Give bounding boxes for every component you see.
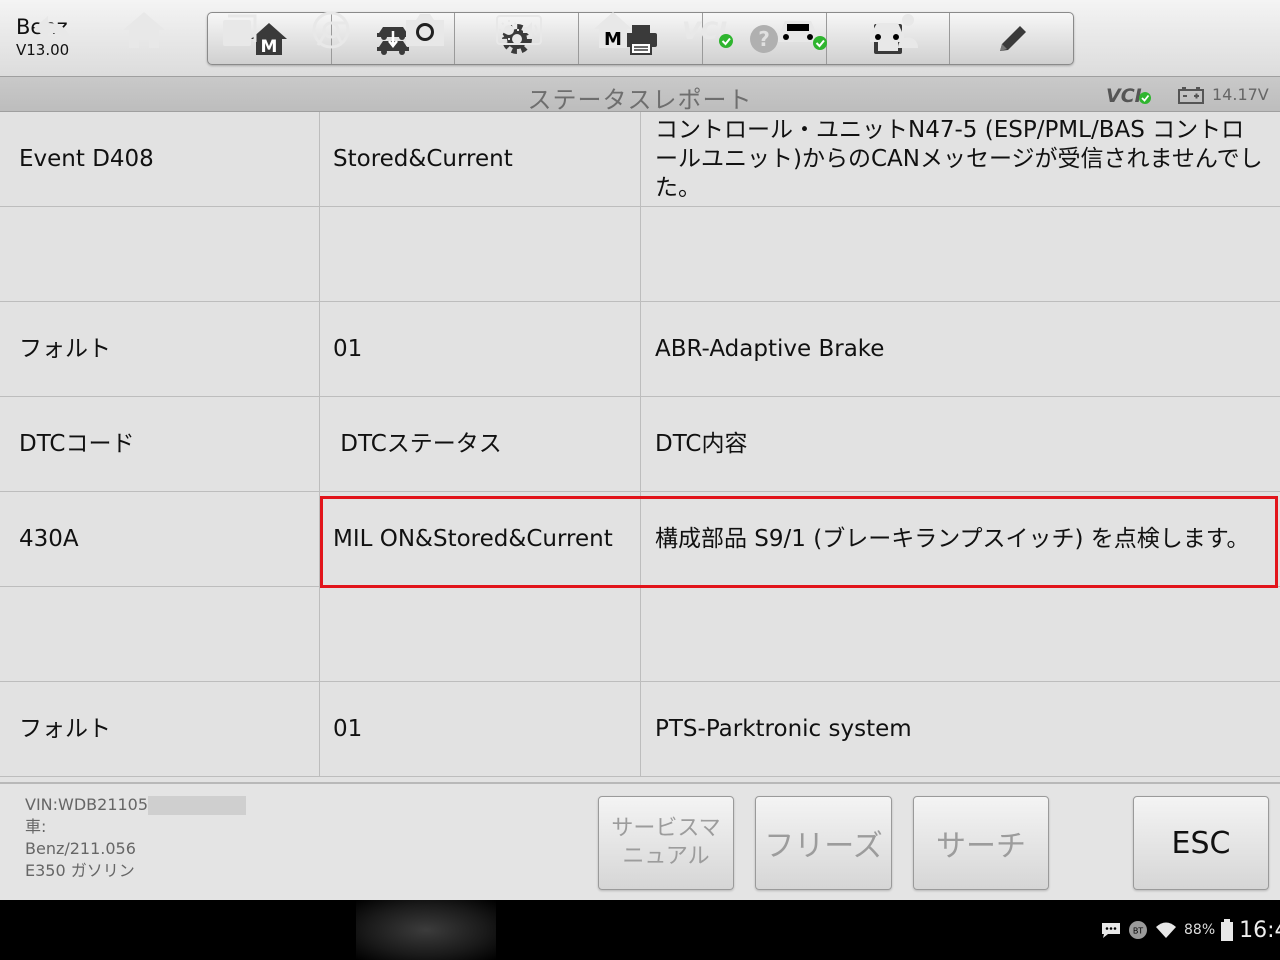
brightness-volume-icon xyxy=(496,15,542,45)
service-manual-label: サービスマニュアル xyxy=(611,816,721,869)
table-cell xyxy=(641,587,1280,681)
chrome-icon xyxy=(312,11,350,49)
system-status-area: BT 88% 16:49 xyxy=(1100,900,1280,960)
esc-label: ESC xyxy=(1171,825,1231,861)
chrome-button[interactable] xyxy=(304,8,358,52)
table-cell: 01 xyxy=(320,682,641,776)
wifi-icon xyxy=(1156,922,1176,938)
bottom-panel: VIN:WDB21105 車: Benz/211.056 E350 ガソリン サ… xyxy=(0,782,1280,900)
car-label: 車: xyxy=(25,817,47,836)
table-row: フォルト 01 ABR-Adaptive Brake xyxy=(0,302,1280,397)
table-cell: フォルト xyxy=(0,682,320,776)
vci-button[interactable]: VCI xyxy=(680,8,734,52)
message-icon xyxy=(1102,923,1120,938)
edit-button[interactable] xyxy=(950,13,1073,64)
car-service-icon xyxy=(870,14,918,48)
dtc-description-header: DTC内容 xyxy=(655,430,748,457)
table-cell xyxy=(320,587,641,681)
car-check-icon xyxy=(778,21,827,50)
house-icon xyxy=(123,12,165,48)
service-manual-button[interactable]: サービスマニュアル xyxy=(598,796,734,890)
table-cell xyxy=(0,587,320,681)
table-cell xyxy=(0,207,320,301)
table-row xyxy=(0,587,1280,682)
dtc-code-cell: 430A xyxy=(0,492,320,586)
table-row xyxy=(0,207,1280,302)
page-titlebar: ステータスレポート VCI 14.17V xyxy=(0,76,1280,114)
status-report-table: Event D408 Stored&Current コントロール・ユニットN47… xyxy=(0,112,1280,782)
vin-redaction xyxy=(148,796,247,815)
back-arrow-icon xyxy=(34,16,70,44)
recent-apps-icon xyxy=(223,14,257,46)
table-cell: Event D408 xyxy=(0,112,320,206)
vehicle-battery-icon xyxy=(1178,87,1204,104)
table-cell: フォルト xyxy=(0,302,320,396)
clock: 16:49 xyxy=(1239,917,1280,943)
search-button[interactable]: サーチ xyxy=(913,796,1049,890)
table-row: フォルト 01 PTS-Parktronic system xyxy=(0,682,1280,777)
table-cell xyxy=(641,207,1280,301)
vehicle-engine: E350 ガソリン xyxy=(25,861,135,880)
dtc-code-header: DTCコード xyxy=(0,397,320,491)
system-navbar xyxy=(0,900,1280,960)
maxisys-home-button[interactable]: M xyxy=(586,8,640,52)
svg-text:VCI: VCI xyxy=(1106,85,1142,107)
table-row: Event D408 Stored&Current コントロール・ユニットN47… xyxy=(0,112,1280,207)
table-cell: PTS-Parktronic system xyxy=(655,715,912,742)
table-header-row: DTCコード DTCステータス DTC内容 xyxy=(0,397,1280,492)
svg-text:?: ? xyxy=(758,27,770,51)
freeze-button[interactable]: フリーズ xyxy=(755,796,892,890)
table-row-highlighted: 430A MIL ON&Stored&Current 構成部品 S9/1 (ブレ… xyxy=(0,492,1280,587)
dtc-status-header: DTCステータス xyxy=(320,397,641,491)
dtc-description-cell: 構成部品 S9/1 (ブレーキランプスイッチ) を点検します。 xyxy=(655,525,1250,552)
esc-button[interactable]: ESC xyxy=(1133,796,1269,890)
home-m-icon: M xyxy=(594,12,632,50)
back-button[interactable] xyxy=(24,8,78,52)
battery-icon xyxy=(1221,919,1234,941)
vehicle-info: VIN:WDB21105 車: Benz/211.056 E350 ガソリン xyxy=(25,794,247,882)
search-label: サーチ xyxy=(936,829,1026,864)
camera-icon xyxy=(406,14,444,46)
bluetooth-icon: BT xyxy=(1129,921,1147,939)
brightness-volume-button[interactable] xyxy=(492,8,546,52)
android-home-button[interactable] xyxy=(117,8,171,52)
vehicle-model: Benz/211.056 xyxy=(25,839,136,858)
vin-label: VIN:WDB21105 xyxy=(25,795,149,814)
app-header: Benz V13.00 M xyxy=(0,0,1280,76)
table-cell xyxy=(320,207,641,301)
bt-label: BT xyxy=(1133,927,1143,936)
battery-percent: 88% xyxy=(1184,922,1216,938)
svg-text:M: M xyxy=(604,29,622,50)
vehicle-connection-button[interactable] xyxy=(774,8,828,52)
table-cell: ABR-Adaptive Brake xyxy=(655,335,885,362)
table-cell: 01 xyxy=(320,302,641,396)
screenshot-button[interactable] xyxy=(398,8,452,52)
remote-expert-button[interactable] xyxy=(868,8,922,52)
freeze-label: フリーズ xyxy=(764,829,883,864)
vci-connected-icon: VCI xyxy=(1106,85,1151,107)
dtc-status-cell: MIL ON&Stored&Current xyxy=(320,492,641,586)
table-cell: Stored&Current xyxy=(320,112,641,206)
table-cell: コントロール・ユニットN47-5 (ESP/PML/BAS コントロールユニット… xyxy=(655,116,1263,201)
page-title: ステータスレポート xyxy=(527,86,753,114)
voltage-readout: 14.17V xyxy=(1212,85,1269,104)
camera-highlight xyxy=(356,900,496,960)
pencil-icon xyxy=(999,25,1026,51)
vci-icon: VCI xyxy=(682,17,733,48)
recent-apps-button[interactable] xyxy=(211,8,265,52)
